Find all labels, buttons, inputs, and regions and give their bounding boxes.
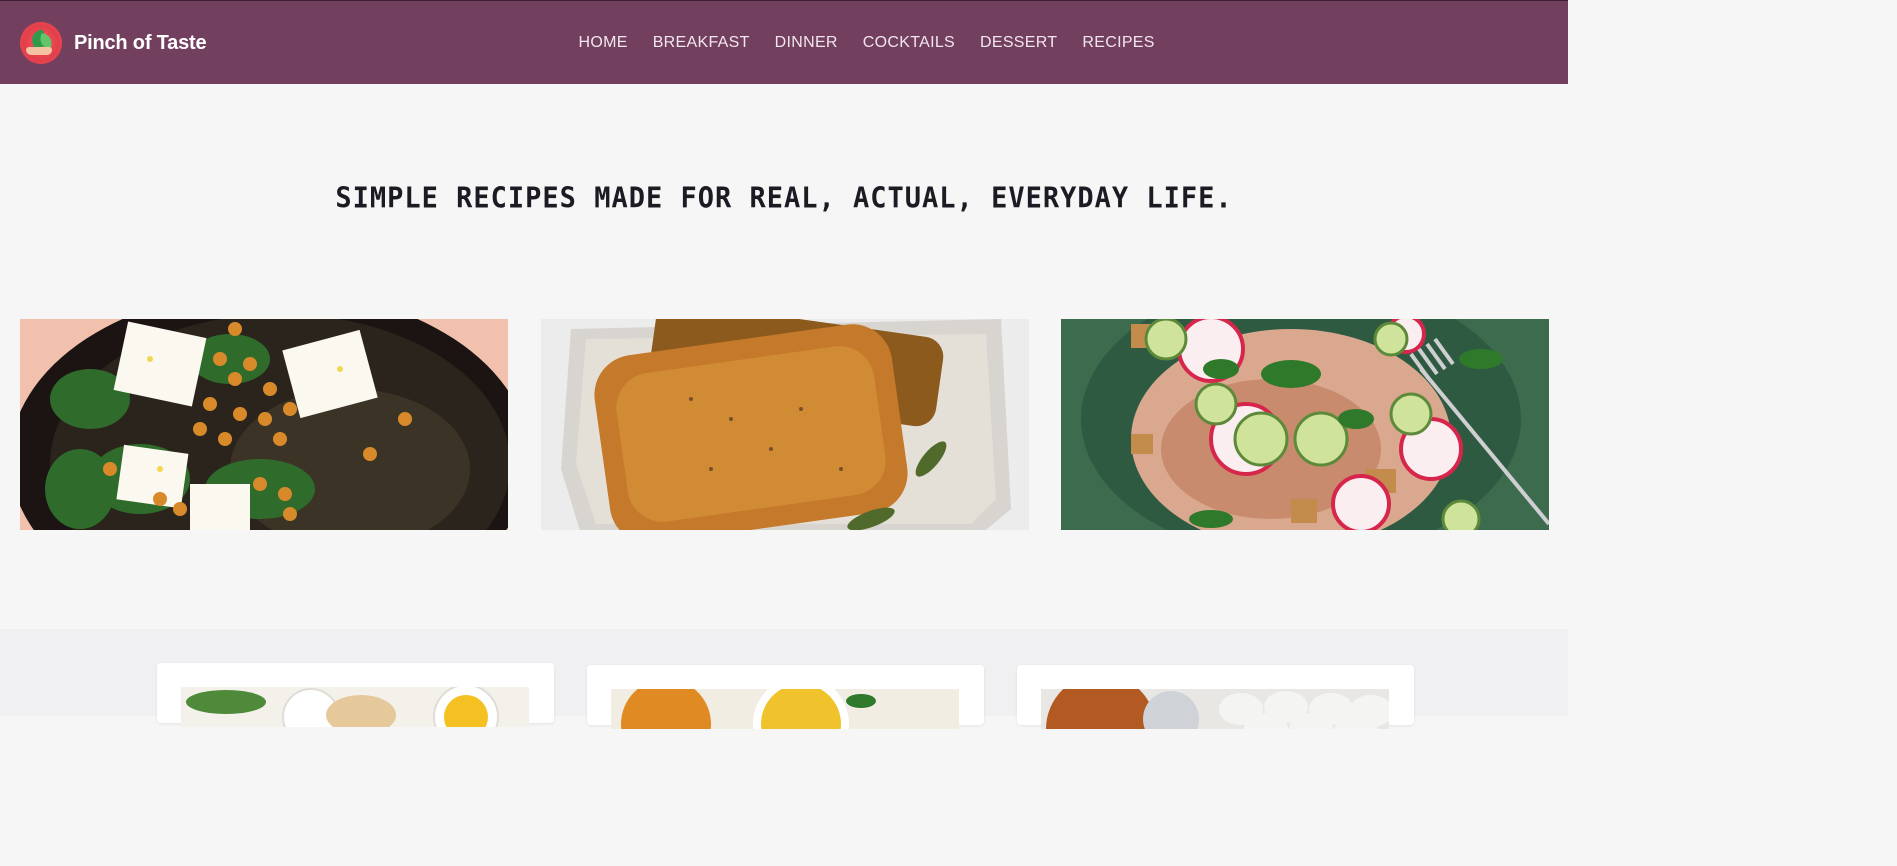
nav-breakfast[interactable]: BREAKFAST xyxy=(653,1,750,85)
hero-photo-squash-steak[interactable] xyxy=(541,319,1029,530)
recipe-card-image[interactable] xyxy=(611,689,959,729)
nav-recipes[interactable]: RECIPES xyxy=(1082,1,1154,85)
nav-home[interactable]: HOME xyxy=(579,1,628,85)
site-header: Pinch of Taste HOME BREAKFAST DINNER COC… xyxy=(0,0,1568,84)
brand-name[interactable]: Pinch of Taste xyxy=(74,32,207,55)
recipe-card[interactable] xyxy=(157,663,554,727)
recipe-card-image[interactable] xyxy=(181,687,529,727)
hero-tagline: SIMPLE RECIPES MADE FOR REAL, ACTUAL, EV… xyxy=(335,182,1233,215)
nav-dinner[interactable]: DINNER xyxy=(775,1,838,85)
hero-photo-skillet-chickpeas[interactable] xyxy=(20,319,508,530)
recipe-card-image[interactable] xyxy=(1041,689,1389,729)
recipe-card[interactable] xyxy=(1017,665,1414,729)
nav-dessert[interactable]: DESSERT xyxy=(980,1,1057,85)
brand[interactable]: Pinch of Taste xyxy=(20,21,207,65)
recipe-cards-section xyxy=(0,629,1568,729)
hero-photo-chicken-salad[interactable] xyxy=(1061,319,1549,530)
nav-cocktails[interactable]: COCKTAILS xyxy=(863,1,955,85)
main-nav: HOME BREAKFAST DINNER COCKTAILS DESSERT … xyxy=(566,1,1167,85)
recipe-card[interactable] xyxy=(587,665,984,729)
leaf-hand-logo-icon xyxy=(20,22,62,64)
